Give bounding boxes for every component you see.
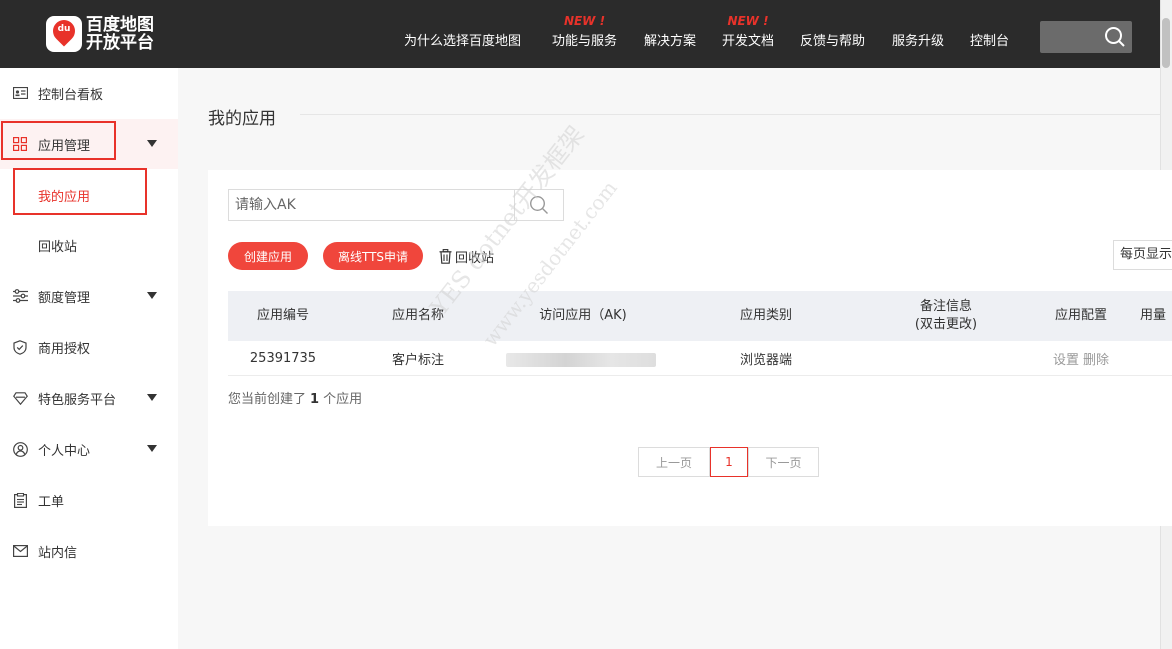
caret-down-icon [147, 292, 157, 299]
col-usage: 用量 [1140, 308, 1167, 323]
cell-app-name: 客户标注 [391, 353, 444, 368]
sidebar-item-inbox[interactable]: 站内信 [0, 526, 178, 576]
prev-page-button[interactable]: 上一页 [638, 447, 710, 477]
cell-app-category: 浏览器端 [739, 353, 792, 368]
recycle-bin-link[interactable]: 回收站 [439, 247, 494, 266]
nav-console[interactable]: 控制台 [970, 30, 1009, 49]
sidebar-item-featured-services[interactable]: 特色服务平台 [0, 373, 178, 423]
sidebar-item-ticket[interactable]: 工单 [0, 475, 178, 525]
apps-panel: 创建应用 离线TTS申请 回收站 每页显示 应用编号 应用名称 访问应用（AK)… [208, 170, 1172, 526]
nav-solutions[interactable]: 解决方案 [644, 30, 696, 49]
id-card-icon [12, 85, 28, 101]
nav-upgrade[interactable]: 服务升级 [892, 30, 944, 49]
caret-down-icon [147, 140, 157, 147]
col-access-ak: 访问应用（AK) [539, 308, 627, 323]
sidebar-item-personal-center[interactable]: 个人中心 [0, 424, 178, 474]
caret-down-icon [147, 394, 157, 401]
highlight-box-app-management [1, 121, 116, 160]
col-remark: 备注信息 (双击更改) [914, 299, 978, 332]
settings-link[interactable]: 设置 [1053, 349, 1079, 368]
search-icon [529, 195, 548, 214]
cell-actions: 设置 删除 [1041, 341, 1121, 376]
page-title: 我的应用 [208, 109, 276, 129]
ak-search-input[interactable] [228, 189, 515, 221]
sliders-icon [12, 288, 28, 304]
sidebar-item-commercial-license[interactable]: 商用授权 [0, 322, 178, 372]
user-icon [12, 441, 28, 457]
cell-ak-redacted [506, 353, 656, 367]
caret-down-icon [147, 445, 157, 452]
highlight-box-my-apps [13, 168, 147, 215]
sidebar: 控制台看板 应用管理 我的应用 回收站 额度管理 商用授权 特色服务平台 个人中… [0, 68, 178, 649]
header-search[interactable] [1040, 21, 1132, 53]
table-row: 25391735 客户标注 浏览器端 设置 删除 [228, 341, 1172, 376]
mail-icon [12, 543, 28, 559]
search-icon[interactable] [1104, 26, 1126, 48]
offline-tts-button[interactable]: 离线TTS申请 [323, 242, 423, 270]
new-badge: NEW ! [727, 14, 769, 28]
scrollbar-thumb[interactable] [1162, 18, 1170, 68]
page-1-button[interactable]: 1 [710, 447, 748, 477]
table-header: 应用编号 应用名称 访问应用（AK) 应用类别 备注信息 (双击更改) 应用配置… [228, 291, 1172, 341]
col-app-category: 应用类别 [739, 308, 792, 323]
title-divider [300, 114, 1160, 115]
clipboard-icon [12, 492, 28, 508]
trash-icon [439, 249, 452, 264]
nav-feedback[interactable]: 反馈与帮助 [800, 30, 865, 49]
col-app-id: 应用编号 [256, 308, 309, 323]
nav-features[interactable]: NEW ! 功能与服务 [552, 14, 617, 49]
shield-icon [12, 339, 28, 355]
nav-docs[interactable]: NEW ! 开发文档 [722, 14, 774, 49]
ak-search-button[interactable] [514, 189, 564, 221]
sidebar-item-recycle-bin[interactable]: 回收站 [0, 220, 178, 270]
sidebar-item-dashboard[interactable]: 控制台看板 [0, 68, 178, 118]
sidebar-item-quota[interactable]: 额度管理 [0, 271, 178, 321]
cell-app-id: 25391735 [249, 351, 317, 366]
nav-why-baidu[interactable]: 为什么选择百度地图 [404, 30, 521, 49]
app-count-summary: 您当前创建了 1 个应用 [228, 392, 363, 407]
col-app-config: 应用配置 [1054, 308, 1107, 323]
top-header: du 百度地图 开放平台 为什么选择百度地图 NEW ! 功能与服务 解决方案 … [0, 0, 1172, 68]
delete-link[interactable]: 删除 [1083, 349, 1109, 368]
top-nav: 为什么选择百度地图 NEW ! 功能与服务 解决方案 NEW ! 开发文档 反馈… [0, 14, 1172, 49]
per-page-select[interactable]: 每页显示 [1113, 240, 1172, 270]
diamond-icon [12, 390, 28, 406]
next-page-button[interactable]: 下一页 [748, 447, 819, 477]
col-app-name: 应用名称 [391, 308, 444, 323]
new-badge: NEW ! [563, 14, 606, 28]
create-app-button[interactable]: 创建应用 [228, 242, 308, 270]
